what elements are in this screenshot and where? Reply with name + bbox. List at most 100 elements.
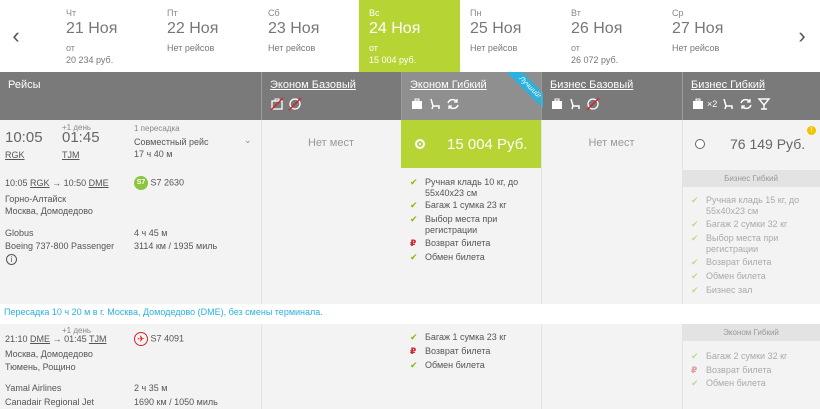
date-tab-24-selected[interactable]: Вс 24 Ноя от 15 004 руб. [359, 0, 460, 72]
segment-duration: 2 ч 35 м [134, 383, 168, 393]
day-from: от [369, 43, 378, 53]
fare-header: Рейсы Эконом Базовый Эконом Гибкий Лучши… [0, 72, 820, 120]
day-from: от [66, 43, 75, 53]
fare-header-biz-basic[interactable]: Бизнес Базовый [541, 72, 682, 120]
check-icon: ✔ [691, 378, 699, 388]
feature-text: Обмен билета [425, 252, 485, 262]
feature-item: ✔ Багаж 2 сумки 32 кг [691, 351, 787, 362]
ruble-icon: ₽ [691, 365, 698, 375]
day-price: Нет рейсов [470, 43, 518, 53]
check-icon: ✔ [691, 195, 699, 205]
check-icon: ✔ [691, 271, 699, 281]
chevron-left-icon: ‹ [12, 23, 20, 48]
departure-time: 10:05 [5, 129, 43, 146]
arrow-right-icon: → [52, 178, 62, 188]
feature-item: ✔ Багаж 1 сумка 23 кг [410, 332, 507, 343]
segment-aircraft: Canadair Regional Jet [5, 397, 95, 407]
check-icon: ✔ [410, 214, 418, 224]
baggage-icon [552, 98, 562, 109]
baggage-count: ×2 [707, 99, 718, 109]
feature-item: ₽ Возврат билета [691, 365, 771, 376]
info-icon[interactable]: i [6, 254, 17, 265]
segment-distance: 1690 км / 1050 миль [134, 397, 218, 407]
selected-radio[interactable] [415, 139, 425, 149]
feature-text: Багаж 1 сумка 23 кг [425, 200, 507, 210]
feature-text: Возврат билета [706, 365, 772, 375]
arrow-right-icon: → [52, 334, 62, 344]
feature-text: Обмен билета [706, 271, 766, 281]
day-price: Нет рейсов [672, 43, 720, 53]
check-icon: ✔ [410, 252, 418, 262]
segment-arr-time: 01:45 [64, 334, 87, 344]
biz-flex-label: Бизнес Гибкий [691, 79, 766, 91]
arrival-airport-code[interactable]: TJM [62, 150, 80, 160]
biz-flex-radio[interactable] [695, 139, 705, 149]
feature-item: ✔ Багаж 1 сумка 23 кг [410, 200, 507, 211]
date-tab-25[interactable]: Пн 25 Ноя Нет рейсов [460, 0, 561, 72]
day-of-week: Чт [66, 8, 77, 18]
feature-item: ✔ Обмен билета [691, 378, 766, 389]
no-exchange-icon [586, 97, 600, 111]
feature-text: Выбор места при [706, 233, 779, 243]
next-dates-button[interactable]: › [792, 22, 812, 50]
warning-icon[interactable]: ! [807, 126, 816, 135]
econ-basic-no-seats: Нет мест [307, 137, 354, 149]
econ-flex-price-selected[interactable]: 15 004 Руб. [401, 120, 541, 168]
feature-text: 55x40x23 см [706, 206, 759, 216]
exchange-icon [740, 98, 752, 110]
prev-dates-button[interactable]: ‹ [6, 22, 26, 50]
econ-flex-price: 15 004 Руб. [447, 135, 528, 153]
check-icon: ✔ [410, 360, 418, 370]
date-tab-21[interactable]: Чт 21 Ноя от 20 234 руб. [56, 0, 157, 72]
seat-icon [570, 98, 580, 110]
fare-header-econ-basic[interactable]: Эконом Базовый [261, 72, 401, 120]
feature-item: ✔ Выбор места при [691, 233, 778, 244]
feature-text: Багаж 1 сумка 23 кг [425, 332, 507, 342]
feature-item: регистрации [691, 244, 758, 254]
feature-item: ✔ Ручная кладь 15 кг, до [691, 195, 799, 206]
day-of-week: Пн [470, 8, 482, 18]
check-icon: ✔ [410, 177, 418, 187]
collapse-chevron-icon[interactable]: ⌄ [244, 135, 252, 146]
feature-text: регистрации [706, 244, 759, 254]
segment-distance: 3114 км / 1935 миль [134, 241, 218, 251]
segment2-flight: ✈ S7 4091 [134, 332, 184, 346]
segment-to-code[interactable]: TJM [89, 334, 107, 344]
feature-text: Обмен билета [706, 378, 766, 388]
feature-text: регистрации [425, 225, 478, 235]
date-tab-27[interactable]: Ср 27 Ноя Нет рейсов [662, 0, 763, 72]
departure-airport-code[interactable]: RGK [5, 150, 25, 160]
day-price: 20 234 руб. [66, 55, 114, 65]
day-date: 27 Ноя [672, 20, 724, 37]
segment-dep-time: 10:05 [5, 178, 28, 188]
segment-to-code[interactable]: DME [89, 178, 109, 188]
baggage-icon [693, 98, 703, 109]
feature-text: 55x40x23 см [425, 188, 478, 198]
divider [261, 324, 262, 409]
check-icon: ✔ [410, 332, 418, 342]
feature-text: Ручная кладь 15 кг, до [706, 195, 800, 205]
date-tab-26[interactable]: Вт 26 Ноя от 26 072 руб. [561, 0, 662, 72]
segment-airline: Globus [5, 228, 34, 238]
feature-text: Багаж 2 сумки 32 кг [706, 351, 788, 361]
divider [682, 120, 683, 304]
fare-header-biz-flex[interactable]: Бизнес Гибкий ×2 [682, 72, 820, 120]
exchange-icon [447, 98, 459, 110]
arrival-time: 01:45 [62, 129, 100, 146]
day-of-week: Вт [571, 8, 581, 18]
feature-item: ✔ Обмен билета [691, 271, 766, 282]
fare-header-econ-flex[interactable]: Эконом Гибкий Лучший! [401, 72, 543, 120]
day-date: 21 Ноя [66, 20, 118, 37]
biz-flex-price: 76 149 Руб. [730, 136, 806, 152]
day-price: 15 004 руб. [369, 55, 417, 65]
feature-item: ✔ Бизнес зал [691, 285, 752, 296]
date-selector: ‹ Чт 21 Ноя от 20 234 руб. Пт 22 Ноя Нет… [0, 0, 820, 72]
seat-icon [430, 98, 440, 110]
feature-text: Возврат билета [425, 238, 491, 248]
segment-from-code[interactable]: RGK [30, 178, 50, 188]
segment-flight-number: S7 4091 [150, 333, 185, 344]
date-tab-22[interactable]: Пт 22 Ноя Нет рейсов [157, 0, 258, 72]
segment-from-code[interactable]: DME [30, 334, 50, 344]
feature-item: 55x40x23 см [691, 206, 758, 216]
date-tab-23[interactable]: Сб 23 Ноя Нет рейсов [258, 0, 359, 72]
